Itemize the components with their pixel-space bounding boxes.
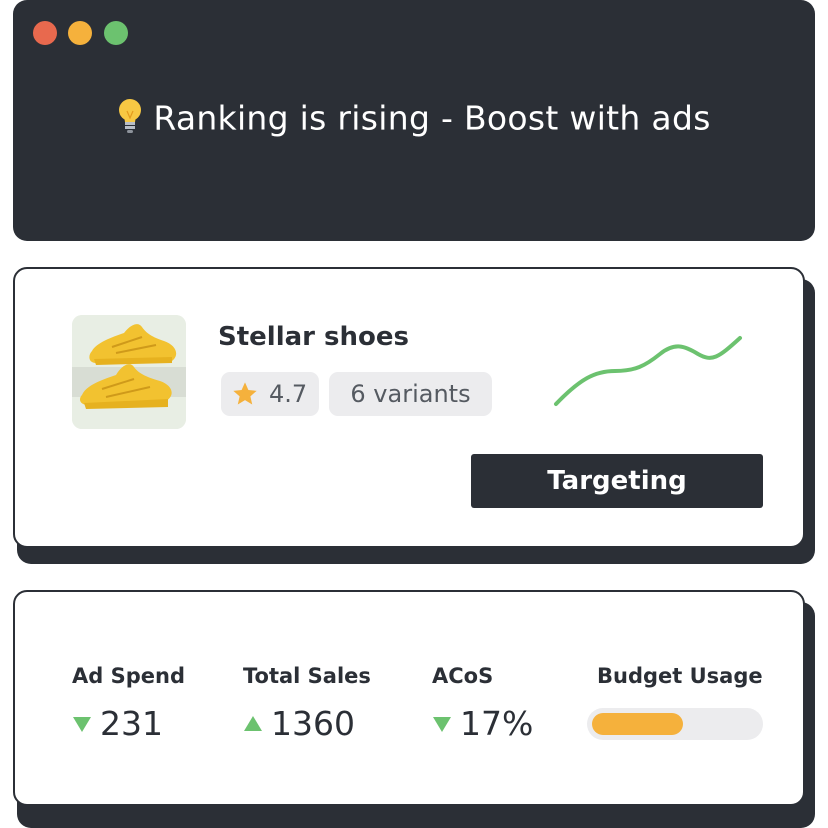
variants-label: 6 variants bbox=[350, 380, 471, 408]
budget-usage-fill bbox=[592, 713, 683, 735]
budget-usage-bar bbox=[587, 708, 763, 740]
product-name: Stellar shoes bbox=[218, 322, 409, 352]
arrow-down-icon bbox=[72, 715, 92, 733]
metric-value: 1360 bbox=[271, 704, 355, 743]
notification-window: Ranking is rising - Boost with ads bbox=[13, 0, 815, 241]
metric-acos: ACoS 17% bbox=[432, 664, 533, 743]
metric-value: 17% bbox=[460, 704, 534, 743]
lightbulb-icon bbox=[117, 98, 143, 142]
rating-value: 4.7 bbox=[269, 380, 308, 408]
metric-label: Ad Spend bbox=[72, 664, 185, 688]
trend-line-icon bbox=[554, 336, 742, 406]
star-icon bbox=[231, 380, 259, 408]
product-thumbnail bbox=[72, 315, 186, 429]
metric-total-sales: Total Sales 1360 bbox=[243, 664, 371, 743]
metric-label: Total Sales bbox=[243, 664, 371, 688]
metric-budget-usage: Budget Usage bbox=[597, 664, 763, 688]
targeting-button[interactable]: Targeting bbox=[471, 454, 763, 508]
metric-label: ACoS bbox=[432, 664, 494, 688]
window-maximize-button[interactable] bbox=[104, 21, 128, 45]
arrow-up-icon bbox=[243, 715, 263, 733]
arrow-down-icon bbox=[432, 715, 452, 733]
banner-text: Ranking is rising - Boost with ads bbox=[153, 98, 711, 138]
banner: Ranking is rising - Boost with ads bbox=[13, 98, 815, 142]
rating-badge: 4.7 bbox=[221, 372, 319, 416]
metric-label: Budget Usage bbox=[597, 664, 763, 688]
metrics-card: Ad Spend 231 Total Sales 1360 ACoS 17% B… bbox=[13, 590, 805, 806]
metric-ad-spend: Ad Spend 231 bbox=[72, 664, 185, 743]
variants-badge: 6 variants bbox=[329, 372, 492, 416]
metric-value: 231 bbox=[100, 704, 163, 743]
window-close-button[interactable] bbox=[33, 21, 57, 45]
product-card: Stellar shoes 4.7 6 variants Targeting bbox=[13, 267, 805, 548]
window-minimize-button[interactable] bbox=[68, 21, 92, 45]
